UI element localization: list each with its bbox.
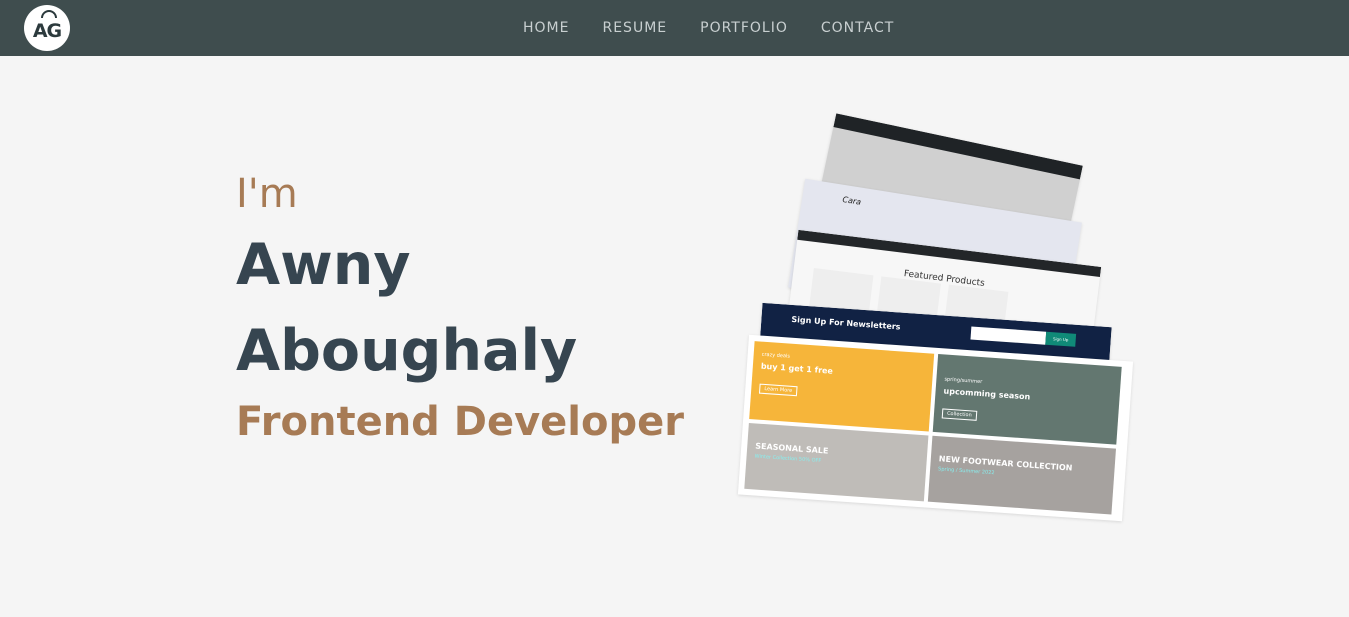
banner-footwear: NEW FOOTWEAR COLLECTION Spring / Summer … [927,435,1116,515]
banner-title: upcomming season [943,386,1031,402]
banner-button: Collection [941,408,978,421]
banner-small-text: crazy deals [761,351,791,360]
banner-sub-text: Winter Collection 50% OFF [754,453,822,465]
nav-resume-link[interactable]: RESUME [602,20,667,36]
banner-title: buy 1 get 1 free [760,361,834,376]
portfolio-collage: Cara Featured Products Sign Up For Newsl… [735,113,1145,530]
collage-card-navbar [833,113,1083,180]
hero-role: Frontend Developer [236,399,684,445]
banner-button: Learn More [758,383,798,397]
banner-sub-text: Spring / Summer 2022 [937,466,995,477]
logo-text: AG [32,20,62,42]
hero-greeting: I'm [236,171,298,217]
nav-portfolio-link[interactable]: PORTFOLIO [700,20,788,36]
banner-small-text: spring/summer [944,376,983,386]
banner-upcoming-season: spring/summer upcomming season Collectio… [932,354,1122,445]
nav-home-link[interactable]: HOME [523,20,569,36]
navbar: AG HOME RESUME PORTFOLIO CONTACT [0,0,1349,56]
hero-intro: I'm Awny Aboughaly Frontend Developer [236,166,684,450]
nav-links: HOME RESUME PORTFOLIO CONTACT [523,0,894,56]
collage-card-banners: crazy deals buy 1 get 1 free Learn More … [737,334,1134,522]
nav-contact-link[interactable]: CONTACT [821,20,894,36]
newsletter-title: Sign Up For Newsletters [791,314,901,332]
hero-last-name: Aboughaly [236,318,578,384]
logo-mark-icon [41,10,57,18]
cara-logo-text: Cara [841,194,862,207]
newsletter-button: Sign Up [1045,331,1077,347]
banner-seasonal-sale: SEASONAL SALE Winter Collection 50% OFF [744,422,929,502]
hero-first-name: Awny [236,232,411,298]
banner-crazy-deals: crazy deals buy 1 get 1 free Learn More [749,341,935,432]
site-logo[interactable]: AG [24,5,70,51]
newsletter-input [970,326,1047,345]
